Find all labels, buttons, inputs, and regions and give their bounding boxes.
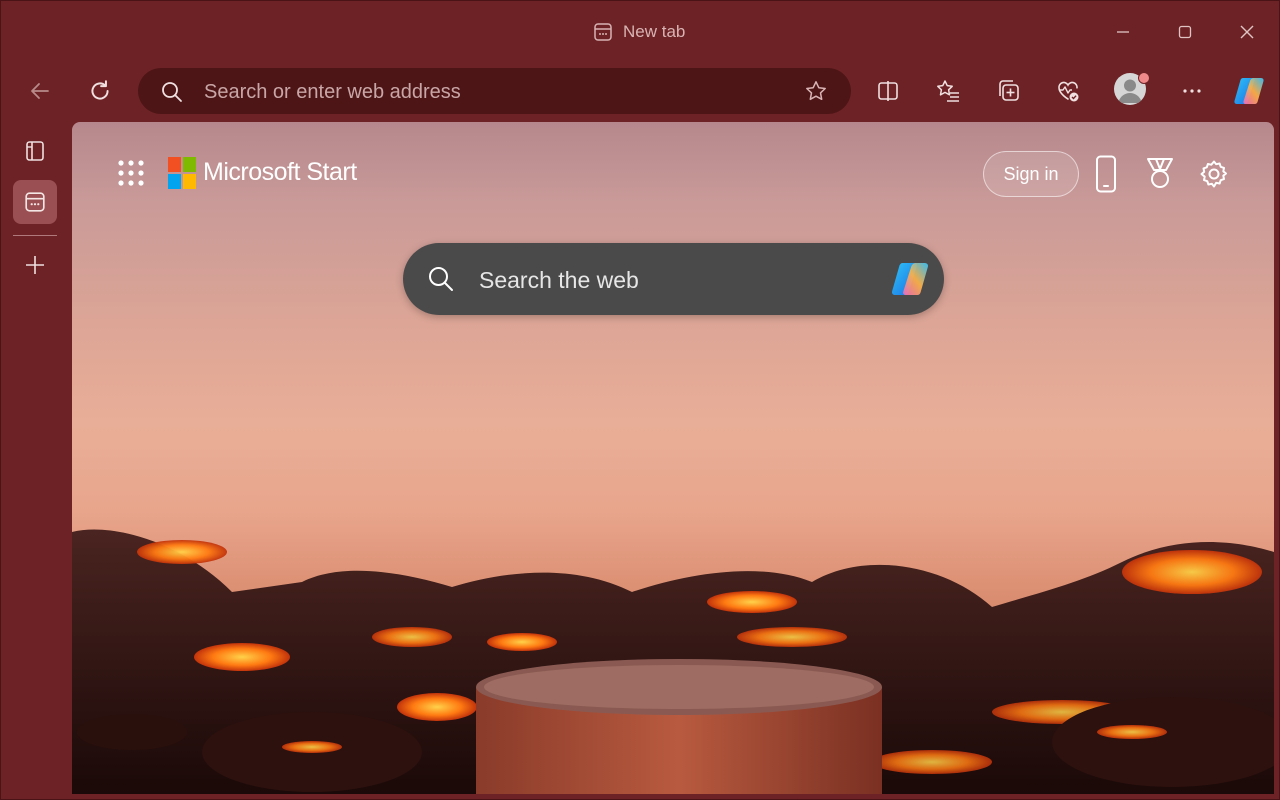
address-bar[interactable] <box>138 68 851 114</box>
refresh-icon <box>91 80 109 100</box>
web-search-input[interactable] <box>477 263 861 297</box>
app-launcher-button[interactable] <box>116 158 146 193</box>
tab-page-icon <box>594 23 612 41</box>
minimize-icon <box>1117 31 1129 33</box>
search-icon <box>429 267 453 291</box>
tab-title-text: New tab <box>623 22 686 41</box>
more-icon <box>1183 89 1201 93</box>
rewards-button[interactable] <box>1140 152 1180 196</box>
address-input[interactable] <box>202 76 786 108</box>
phone-icon <box>1096 155 1116 193</box>
microsoft-logo-icon <box>168 157 196 189</box>
minimize-button[interactable] <box>1103 15 1143 49</box>
star-icon[interactable] <box>804 79 828 103</box>
rewards-icon <box>1147 158 1173 188</box>
sidebar-divider <box>13 235 57 236</box>
new-tab-page-icon <box>25 192 45 212</box>
browser-essentials-button[interactable] <box>1048 71 1088 111</box>
sidebar-tab-new-tab[interactable] <box>13 180 57 224</box>
add-tab-icon <box>26 256 44 274</box>
background-image <box>72 529 1274 794</box>
split-screen-icon <box>878 81 898 101</box>
browser-essentials-icon <box>1058 81 1079 102</box>
maximize-icon <box>1178 25 1192 39</box>
collections-icon <box>999 80 1019 101</box>
sign-in-button[interactable]: Sign in <box>983 151 1079 197</box>
collections-button[interactable] <box>988 71 1028 111</box>
settings-icon <box>1200 160 1227 188</box>
title-bar: New tab <box>1 1 1280 63</box>
copilot-button[interactable] <box>1229 71 1269 111</box>
maximize-button[interactable] <box>1165 15 1205 49</box>
active-tab-title[interactable]: New tab <box>593 19 685 45</box>
back-button[interactable] <box>20 71 60 111</box>
brand-name[interactable]: Microsoft Start <box>203 158 357 187</box>
navigation-toolbar <box>1 63 1280 121</box>
search-icon <box>162 82 182 102</box>
tab-actions-icon <box>26 141 44 161</box>
app-launcher-icon <box>118 160 144 186</box>
tab-actions-button[interactable] <box>13 129 57 173</box>
refresh-button[interactable] <box>80 71 120 111</box>
vertical-tabs-sidebar <box>1 121 71 800</box>
page-settings-button[interactable] <box>1194 152 1234 196</box>
back-arrow-icon <box>31 83 49 99</box>
close-button[interactable] <box>1227 15 1267 49</box>
copilot-icon[interactable] <box>889 257 931 301</box>
favorites-button[interactable] <box>928 71 968 111</box>
new-tab-button[interactable] <box>13 243 57 287</box>
close-icon <box>1240 25 1254 39</box>
split-screen-button[interactable] <box>868 71 908 111</box>
profile-notification-badge <box>1138 72 1150 84</box>
copilot-icon <box>1234 78 1264 104</box>
favorites-icon <box>937 80 959 102</box>
web-search-box[interactable] <box>403 243 944 315</box>
settings-and-more-button[interactable] <box>1172 71 1212 111</box>
new-tab-page: Microsoft Start Sign in <box>72 122 1274 794</box>
browser-window: New tab Search or enter web address Micr… <box>0 0 1280 800</box>
phone-button[interactable] <box>1086 152 1126 196</box>
